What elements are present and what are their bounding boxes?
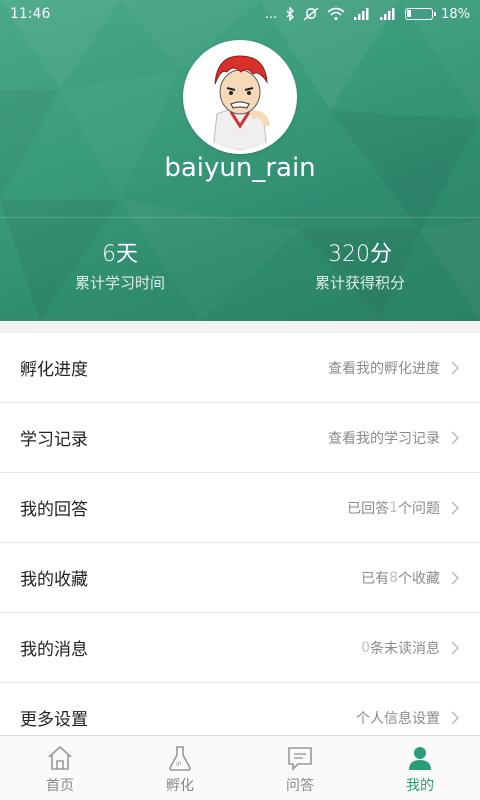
tab-label: 首页 <box>46 778 74 794</box>
status-icons: ... 18% <box>265 7 470 22</box>
bluetooth-icon <box>286 7 295 21</box>
person-icon <box>409 747 431 770</box>
menu-item-detail: 个人信息设置 <box>356 708 460 728</box>
menu-item-detail: 查看我的学习记录 <box>328 428 460 448</box>
header-divider <box>0 217 480 218</box>
bottom-tab-bar: 首页 IP 孵化 问答 我的 <box>0 735 480 800</box>
menu-item-incubation-progress[interactable]: 孵化进度 查看我的孵化进度 <box>0 333 480 403</box>
tab-mine[interactable]: 我的 <box>360 736 480 800</box>
svg-text:IP: IP <box>176 761 182 768</box>
menu-item-detail: 0 条未读消息 <box>361 638 460 658</box>
menu-item-title: 孵化进度 <box>20 360 88 380</box>
tab-label: 问答 <box>286 778 314 794</box>
menu-item-my-messages[interactable]: 我的消息 0 条未读消息 <box>0 613 480 683</box>
menu-item-title: 学习记录 <box>20 430 88 450</box>
profile-header: 11:46 ... 18% baiyun_rain 6天 累计学习时间 320分… <box>0 0 480 321</box>
signal-icon-2 <box>380 8 395 20</box>
chevron-right-icon <box>451 430 460 445</box>
avatar[interactable] <box>183 40 297 154</box>
home-icon <box>48 745 72 770</box>
chevron-right-icon <box>451 710 460 725</box>
menu-item-my-favorites[interactable]: 我的收藏 已有 8 个收藏 <box>0 543 480 613</box>
stat-label: 累计学习时间 <box>74 274 165 292</box>
menu-item-my-answers[interactable]: 我的回答 已回答 1 个问题 <box>0 473 480 543</box>
stat-value: 320分 <box>327 242 392 267</box>
tab-incubate[interactable]: IP 孵化 <box>120 736 240 800</box>
stat-label: 累计获得积分 <box>314 274 405 292</box>
menu-item-title: 我的回答 <box>20 500 88 520</box>
avatar-cartoon-image <box>187 44 293 150</box>
menu-item-detail: 已有 8 个收藏 <box>361 568 460 588</box>
status-time: 11:46 <box>10 6 51 22</box>
menu-item-title: 我的收藏 <box>20 570 88 590</box>
tab-home[interactable]: 首页 <box>0 736 120 800</box>
menu-item-detail: 查看我的孵化进度 <box>328 358 460 378</box>
silent-mode-icon <box>303 7 319 21</box>
chevron-right-icon <box>451 570 460 585</box>
chevron-right-icon <box>451 640 460 655</box>
menu-item-title: 更多设置 <box>20 710 88 730</box>
flask-icon: IP <box>169 746 191 771</box>
stat-value: 6天 <box>101 242 138 267</box>
signal-icon-1 <box>354 8 369 20</box>
username: baiyun_rain <box>164 153 316 183</box>
chevron-right-icon <box>451 500 460 515</box>
battery-percent: 18% <box>441 6 470 22</box>
tab-label: 孵化 <box>166 778 194 794</box>
menu-item-detail: 已回答 1 个问题 <box>347 498 460 518</box>
status-bar: 11:46 ... 18% <box>0 0 480 28</box>
stat-points: 320分 累计获得积分 <box>240 240 480 293</box>
tab-label: 我的 <box>406 778 434 794</box>
message-icon <box>288 747 312 771</box>
menu-list: 孵化进度 查看我的孵化进度 学习记录 查看我的学习记录 我的回答 已回答 1 个问题… <box>0 333 480 753</box>
chevron-right-icon <box>451 360 460 375</box>
notification-dots: ... <box>264 6 278 22</box>
battery-icon <box>405 8 437 20</box>
menu-item-title: 我的消息 <box>20 640 88 660</box>
menu-item-study-record[interactable]: 学习记录 查看我的学习记录 <box>0 403 480 473</box>
stat-study-time: 6天 累计学习时间 <box>0 240 240 293</box>
tab-qa[interactable]: 问答 <box>240 736 360 800</box>
wifi-icon <box>327 7 345 21</box>
